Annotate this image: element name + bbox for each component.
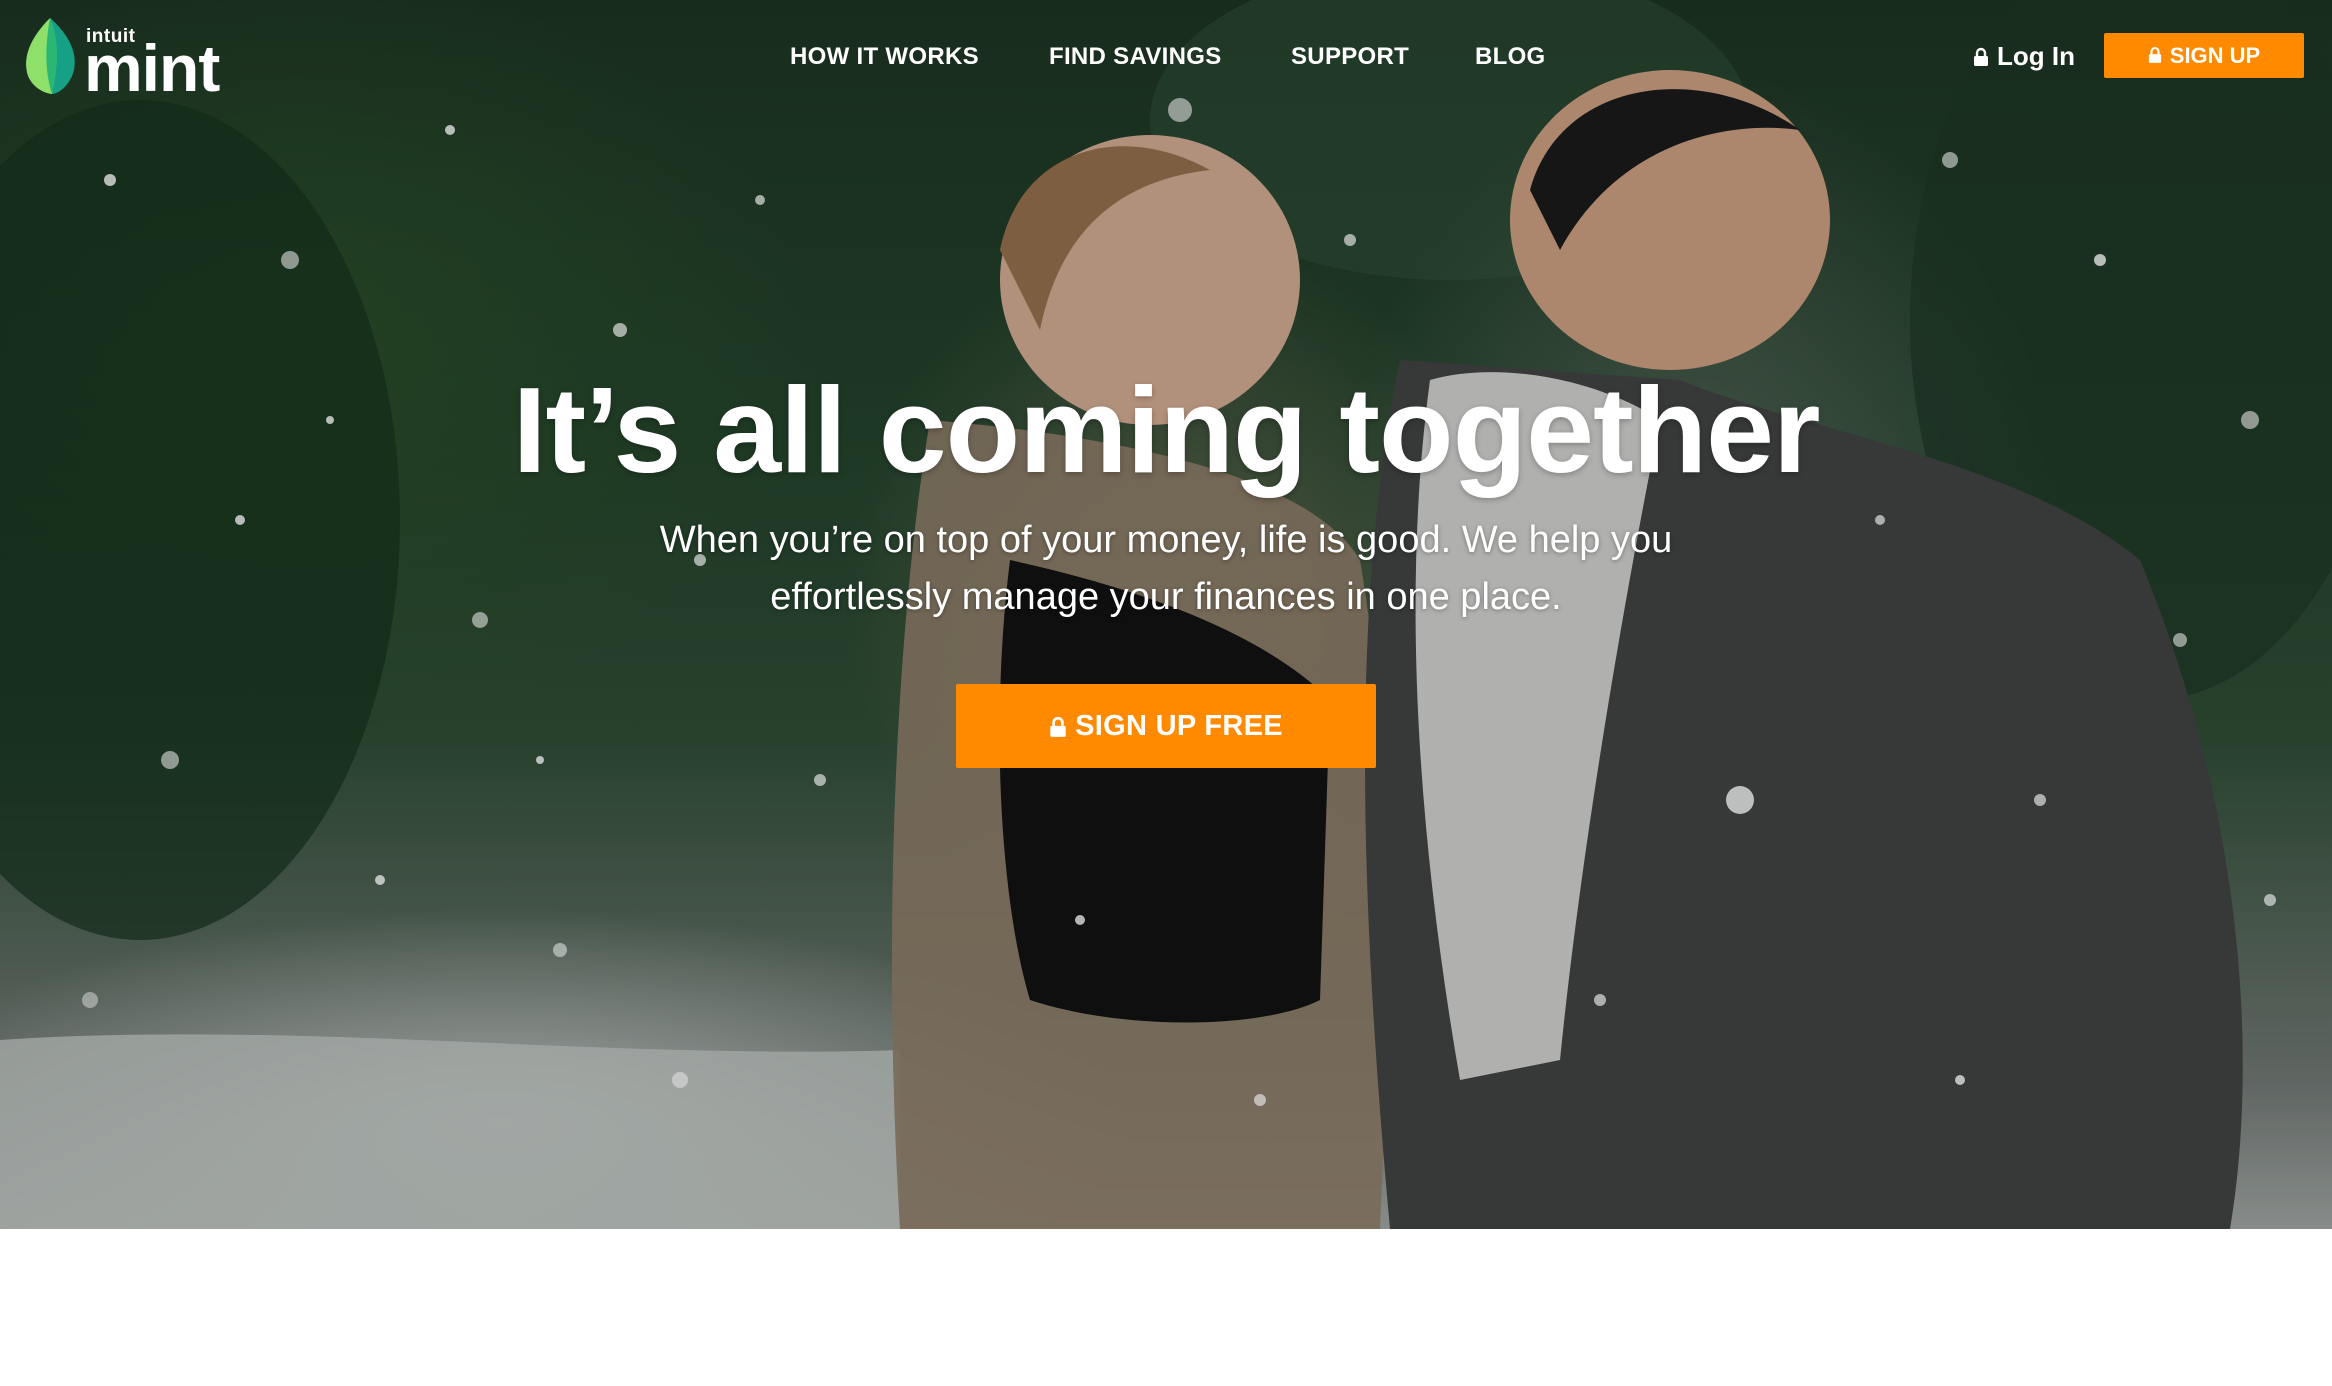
page-content-below-hero bbox=[0, 1229, 2332, 1386]
hero-headline: It’s all coming together bbox=[512, 362, 1821, 498]
hero-subline-2: effortlessly manage your finances in one… bbox=[770, 576, 1562, 618]
login-label: Log In bbox=[1997, 41, 2075, 71]
signup-free-button[interactable]: SIGN UP FREE bbox=[956, 684, 1376, 768]
mint-wordmark: mint bbox=[84, 31, 220, 105]
signup-button[interactable]: SIGN UP bbox=[2104, 33, 2304, 78]
login-link[interactable]: Log In bbox=[1973, 41, 2075, 72]
hero-section: intuit mint HOW IT WORKS FIND SAVINGS SU… bbox=[0, 0, 2332, 1229]
nav-find-savings[interactable]: FIND SAVINGS bbox=[1049, 43, 1222, 71]
lock-icon bbox=[1973, 47, 1989, 67]
top-navigation: intuit mint HOW IT WORKS FIND SAVINGS SU… bbox=[0, 0, 2332, 110]
lock-icon bbox=[2148, 46, 2164, 66]
signup-free-label: SIGN UP FREE bbox=[1075, 709, 1283, 742]
nav-how-it-works[interactable]: HOW IT WORKS bbox=[790, 43, 979, 71]
signup-label: SIGN UP bbox=[2169, 42, 2261, 68]
hero-subheadline: When you’re on top of your money, life i… bbox=[566, 512, 1766, 626]
lock-icon bbox=[1049, 716, 1066, 737]
mint-logo[interactable]: intuit mint bbox=[22, 16, 242, 105]
nav-support[interactable]: SUPPORT bbox=[1291, 43, 1409, 71]
mint-leaf-icon bbox=[26, 18, 75, 94]
nav-blog[interactable]: BLOG bbox=[1475, 43, 1546, 71]
hero-subline-1: When you’re on top of your money, life i… bbox=[659, 519, 1673, 561]
